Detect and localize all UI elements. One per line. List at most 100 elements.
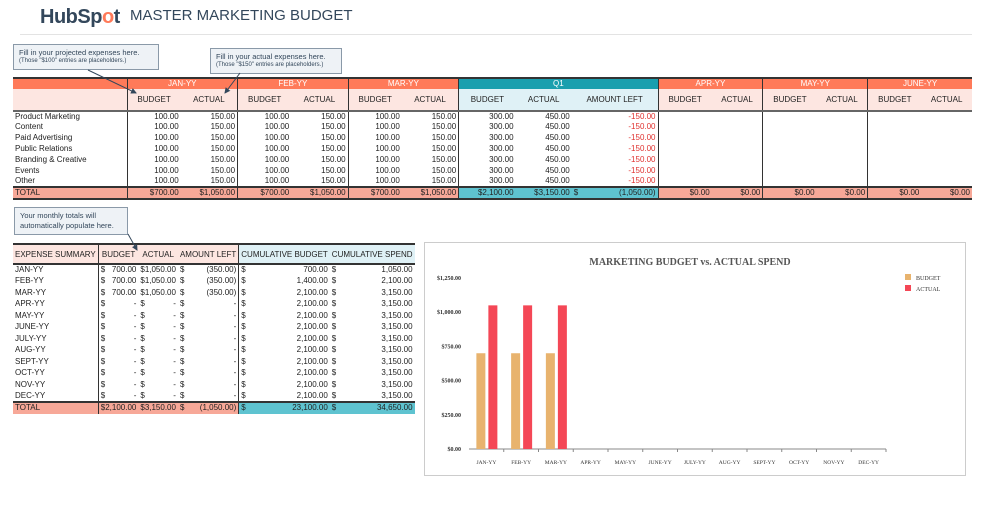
currency-symbol: $	[331, 322, 337, 332]
summary-value: -	[233, 390, 237, 400]
actual-cell[interactable]	[817, 176, 868, 187]
actual-cell[interactable]	[712, 176, 763, 187]
currency-symbol: $	[140, 322, 145, 332]
actual-cell[interactable]	[712, 165, 763, 176]
actual-cell[interactable]: 150.00	[291, 111, 348, 122]
actual-cell[interactable]	[712, 144, 763, 155]
budget-cell[interactable]: 100.00	[237, 165, 292, 176]
budget-cell[interactable]: 100.00	[347, 175, 402, 187]
actual-cell[interactable]: 150.00	[402, 122, 459, 133]
budget-cell[interactable]	[657, 143, 712, 155]
actual-cell[interactable]	[712, 111, 763, 122]
actual-cell[interactable]: 150.00	[291, 176, 348, 187]
q-actual-cell: 450.00	[545, 143, 570, 153]
actual-cell[interactable]	[921, 154, 972, 165]
q-total-left: (1,050.00)	[619, 187, 656, 197]
actual-cell[interactable]	[712, 122, 763, 133]
budget-cell[interactable]	[657, 165, 712, 176]
budget-cell[interactable]	[867, 154, 922, 166]
summary-value: -	[233, 299, 237, 309]
hubspot-logo: HubSpot	[40, 6, 120, 28]
budget-cell[interactable]	[762, 143, 817, 155]
actual-cell[interactable]: 150.00	[181, 176, 238, 187]
budget-cell[interactable]: 100.00	[126, 111, 181, 122]
actual-cell[interactable]: 150.00	[402, 154, 459, 165]
actual-cell[interactable]: 150.00	[181, 165, 238, 176]
actual-cell[interactable]: 150.00	[402, 133, 459, 144]
budget-cell[interactable]	[657, 132, 712, 144]
actual-cell[interactable]	[817, 133, 868, 144]
budget-cell[interactable]	[762, 165, 817, 176]
actual-cell[interactable]	[921, 133, 972, 144]
row-label: Content	[15, 122, 44, 132]
actual-cell[interactable]: 150.00	[402, 144, 459, 155]
total-budget: $700.00	[347, 185, 402, 199]
budget-cell[interactable]	[762, 175, 817, 187]
actual-cell[interactable]	[817, 154, 868, 165]
budget-cell[interactable]: 100.00	[126, 143, 181, 155]
budget-cell[interactable]	[762, 111, 817, 122]
budget-cell[interactable]	[867, 143, 922, 155]
budget-cell[interactable]	[657, 111, 712, 122]
budget-cell[interactable]: 100.00	[347, 154, 402, 166]
budget-cell[interactable]	[762, 122, 817, 133]
budget-cell[interactable]	[657, 175, 712, 187]
actual-cell[interactable]	[921, 122, 972, 133]
budget-cell[interactable]	[657, 154, 712, 166]
actual-cell[interactable]	[921, 111, 972, 122]
actual-cell[interactable]: 150.00	[181, 111, 238, 122]
budget-cell[interactable]	[657, 122, 712, 133]
summary-row: MAY-YY $ - $ - $ - $2,100.00 $3,150.00	[13, 310, 415, 322]
budget-cell[interactable]	[867, 165, 922, 176]
actual-cell[interactable]: 150.00	[181, 154, 238, 165]
callout-actual: Fill in your actual expenses here. (Thos…	[210, 48, 342, 74]
actual-cell[interactable]: 150.00	[181, 144, 238, 155]
budget-cell[interactable]: 100.00	[126, 154, 181, 166]
budget-cell[interactable]: 100.00	[237, 175, 292, 187]
budget-cell[interactable]: 100.00	[347, 111, 402, 122]
actual-cell[interactable]: 150.00	[402, 176, 459, 187]
budget-cell[interactable]: 100.00	[237, 143, 292, 155]
actual-cell[interactable]: 150.00	[291, 154, 348, 165]
actual-cell[interactable]	[817, 165, 868, 176]
summary-value: 3,150.00	[381, 322, 413, 332]
budget-cell[interactable]: 100.00	[347, 165, 402, 176]
budget-cell[interactable]: 100.00	[126, 175, 181, 187]
budget-cell[interactable]	[867, 122, 922, 133]
budget-cell[interactable]: 100.00	[237, 111, 292, 122]
budget-cell[interactable]	[762, 132, 817, 144]
budget-cell[interactable]: 100.00	[126, 132, 181, 144]
actual-cell[interactable]: 150.00	[402, 111, 459, 122]
budget-cell[interactable]: 100.00	[347, 122, 402, 133]
summary-value: -	[233, 368, 237, 378]
budget-cell[interactable]: 100.00	[347, 143, 402, 155]
budget-cell[interactable]: 100.00	[126, 165, 181, 176]
actual-cell[interactable]	[817, 144, 868, 155]
budget-cell[interactable]	[867, 175, 922, 187]
budget-cell[interactable]	[867, 111, 922, 122]
budget-cell[interactable]: 100.00	[237, 132, 292, 144]
budget-cell[interactable]: 100.00	[126, 122, 181, 133]
currency-symbol: $	[179, 287, 185, 297]
actual-cell[interactable]	[921, 144, 972, 155]
actual-cell[interactable]: 150.00	[181, 122, 238, 133]
budget-cell[interactable]	[762, 154, 817, 166]
actual-cell[interactable]	[712, 154, 763, 165]
actual-cell[interactable]: 150.00	[291, 165, 348, 176]
budget-cell[interactable]: 100.00	[237, 122, 292, 133]
actual-cell[interactable]: 150.00	[181, 133, 238, 144]
actual-cell[interactable]: 150.00	[291, 122, 348, 133]
actual-cell[interactable]	[817, 122, 868, 133]
actual-cell[interactable]: 150.00	[291, 144, 348, 155]
actual-cell[interactable]: 150.00	[402, 165, 459, 176]
actual-cell[interactable]	[921, 176, 972, 187]
actual-cell[interactable]: 150.00	[291, 133, 348, 144]
x-tick-label: AUG-YY	[719, 460, 741, 466]
actual-cell[interactable]	[817, 111, 868, 122]
actual-cell[interactable]	[921, 165, 972, 176]
budget-cell[interactable]	[867, 132, 922, 144]
currency-symbol: $	[100, 322, 106, 332]
budget-cell[interactable]: 100.00	[237, 154, 292, 166]
actual-cell[interactable]	[712, 133, 763, 144]
budget-cell[interactable]: 100.00	[347, 132, 402, 144]
